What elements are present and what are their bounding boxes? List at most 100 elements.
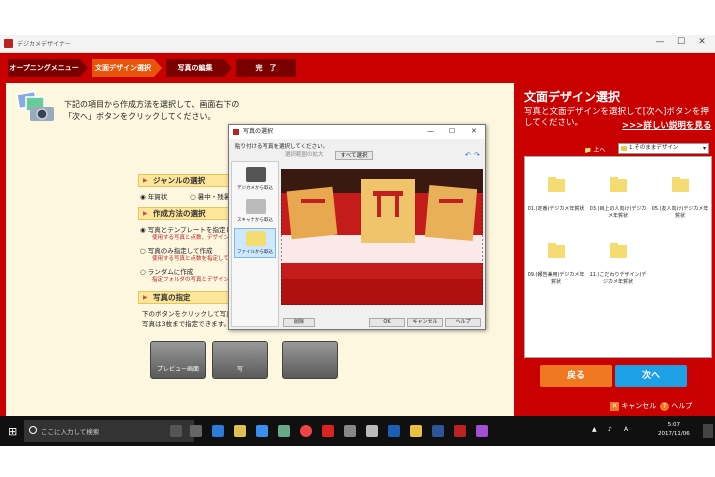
- photo-instruction: 写真は3枚まで指定できます。: [142, 320, 230, 328]
- app-icon[interactable]: [410, 425, 422, 437]
- dialog-instruction: 貼り付ける写真を選択してください。: [235, 144, 329, 150]
- app-icon[interactable]: [366, 425, 378, 437]
- scanner-icon: [246, 199, 266, 214]
- maximize-icon[interactable]: ☐: [671, 37, 691, 47]
- up-button-label: 上へ: [593, 147, 606, 154]
- folder-icon: [547, 177, 565, 192]
- cortana-icon: [29, 426, 37, 434]
- method-option-desc: 使用する写真と点数を指定して: [152, 256, 229, 262]
- volume-icon[interactable]: ♪: [608, 426, 612, 433]
- step-design-select[interactable]: 文面デザイン選択: [92, 59, 154, 77]
- folder-icon: [246, 231, 266, 246]
- dropbox-icon[interactable]: [256, 425, 268, 437]
- import-source-label: スキャナから取込: [237, 218, 273, 223]
- notification-icon[interactable]: [703, 424, 713, 438]
- genre-option-shochu[interactable]: ○ 暑中・残暑: [190, 191, 230, 201]
- photo-slot-label: 写: [236, 366, 243, 373]
- genre-option-nenga[interactable]: ◉ 年賀状: [140, 191, 167, 201]
- folder-icon: [609, 243, 627, 258]
- clock[interactable]: 5:07 2017/11/06: [658, 421, 690, 439]
- import-source-list: デジカメから取込 スキャナから取込 ファイルから取込: [231, 161, 279, 327]
- genre-option-label: 暑中・残暑: [197, 193, 231, 201]
- folder-label: 05.(友人向け)デジカメ年賀状: [651, 206, 709, 219]
- delete-button[interactable]: 削除: [283, 318, 315, 327]
- design-folder-list: 01.(定番)デジカメ年賀状 03.(目上の人向け)デジカメ年賀状 05.(友人…: [524, 156, 712, 358]
- step-arrow-icon: [154, 59, 162, 77]
- maximize-icon[interactable]: ☐: [449, 127, 455, 135]
- step-opening-menu[interactable]: オープニングメニュー: [8, 59, 80, 77]
- microphone-icon[interactable]: [170, 425, 182, 437]
- detail-link[interactable]: >>>詳しい説明を見る: [622, 119, 711, 131]
- windows-start-icon[interactable]: ⊞: [8, 425, 17, 438]
- rotate-left-icon[interactable]: ↶: [465, 151, 471, 160]
- selected-photo[interactable]: [281, 169, 483, 305]
- back-button[interactable]: 戻る: [540, 365, 612, 387]
- title-bar: デジカメデザイナー — ☐ ✕: [0, 35, 715, 53]
- step-arrow-icon: [224, 59, 232, 77]
- step-photo-edit[interactable]: 写真の編集: [166, 59, 224, 77]
- app-icon[interactable]: [344, 425, 356, 437]
- import-file-button[interactable]: ファイルから取込: [234, 228, 276, 258]
- cancel-icon: ✕: [610, 402, 619, 411]
- instruction-text: 下記の項目から作成方法を選択して、画面右下の 「次へ」ボタンをクリックしてくださ…: [64, 99, 239, 123]
- app-icon[interactable]: [322, 425, 334, 437]
- edge-icon[interactable]: [212, 425, 224, 437]
- outlook-icon[interactable]: [388, 425, 400, 437]
- close-icon[interactable]: ✕: [471, 127, 477, 135]
- next-button[interactable]: 次へ: [615, 365, 687, 387]
- import-source-label: デジカメから取込: [237, 186, 273, 191]
- app-icon[interactable]: [278, 425, 290, 437]
- app-icon[interactable]: [476, 425, 488, 437]
- folder-select[interactable]: 1.そのままデザイン ▾: [618, 143, 709, 154]
- instruction-line: 下記の項目から作成方法を選択して、画面右下の: [64, 100, 240, 109]
- clock-time: 5:07: [667, 422, 681, 428]
- cancel-link[interactable]: ✕ キャンセル: [610, 401, 656, 411]
- digicame-designer-icon[interactable]: [454, 425, 466, 437]
- folder-item[interactable]: 11.(こだわりデザイン)デジカメ年賀状: [589, 243, 647, 286]
- preview-button-label: プレビュー画面: [156, 366, 199, 373]
- photo-instruction: 下のボタンをクリックして写真: [142, 310, 233, 318]
- minimize-icon[interactable]: —: [650, 37, 670, 47]
- help-button[interactable]: ヘルプ: [445, 318, 481, 327]
- ok-button[interactable]: OK: [369, 318, 405, 327]
- up-button[interactable]: 📁 上へ: [584, 145, 605, 154]
- folder-item[interactable]: 05.(友人向け)デジカメ年賀状: [651, 177, 709, 220]
- right-panel: 文面デザイン選択 写真と文面デザインを選択して[次へ]ボタンを押してください。 …: [518, 83, 715, 416]
- folder-item[interactable]: 01.(定番)デジカメ年賀状: [527, 177, 585, 213]
- folder-item[interactable]: 09.(報告兼用)デジカメ年賀状: [527, 243, 585, 286]
- import-scanner-button[interactable]: スキャナから取込: [234, 196, 276, 226]
- word-icon[interactable]: [432, 425, 444, 437]
- import-camera-button[interactable]: デジカメから取込: [234, 164, 276, 194]
- help-icon: ?: [660, 402, 669, 411]
- step-complete[interactable]: 完 了: [236, 59, 296, 77]
- ime-indicator[interactable]: A: [624, 426, 628, 433]
- rotate-right-icon[interactable]: ↷: [474, 151, 480, 160]
- method-option-desc: 指定フォルダの写真とデザイン: [152, 277, 230, 283]
- search-placeholder: ここに入力して検索: [41, 428, 100, 436]
- cancel-button[interactable]: キャンセル: [407, 318, 443, 327]
- close-icon[interactable]: ✕: [692, 37, 712, 47]
- folder-label: 09.(報告兼用)デジカメ年賀状: [527, 272, 585, 285]
- chrome-icon[interactable]: [300, 425, 312, 437]
- photo-slot-button[interactable]: 写: [212, 341, 268, 379]
- cancel-label: キャンセル: [621, 402, 657, 410]
- folder-label: 01.(定番)デジカメ年賀状: [527, 206, 585, 212]
- select-all-button[interactable]: すべて選択: [335, 151, 373, 160]
- photo-slot-button[interactable]: [282, 341, 338, 379]
- instruction-line: 「次へ」ボタンをクリックしてください。: [64, 112, 216, 121]
- method-option-desc: 使用する写真と点数、デザイン: [152, 235, 230, 241]
- zoom-selection-button[interactable]: 選択範囲の拡大: [285, 151, 324, 160]
- folder-item[interactable]: 03.(目上の人向け)デジカメ年賀状: [589, 177, 647, 220]
- task-view-icon[interactable]: [190, 425, 202, 437]
- minimize-icon[interactable]: —: [427, 127, 434, 135]
- folder-icon: [671, 177, 689, 192]
- help-label: ヘルプ: [671, 402, 693, 410]
- preview-button[interactable]: プレビュー画面: [150, 341, 206, 379]
- folder-icon: [609, 177, 627, 192]
- explorer-icon[interactable]: [234, 425, 246, 437]
- network-icon[interactable]: ▲: [592, 426, 597, 433]
- photos-icon: [16, 91, 54, 121]
- taskbar-search[interactable]: ここに入力して検索: [24, 420, 194, 442]
- help-link[interactable]: ? ヘルプ: [660, 401, 692, 411]
- window-title: デジカメデザイナー: [17, 41, 71, 48]
